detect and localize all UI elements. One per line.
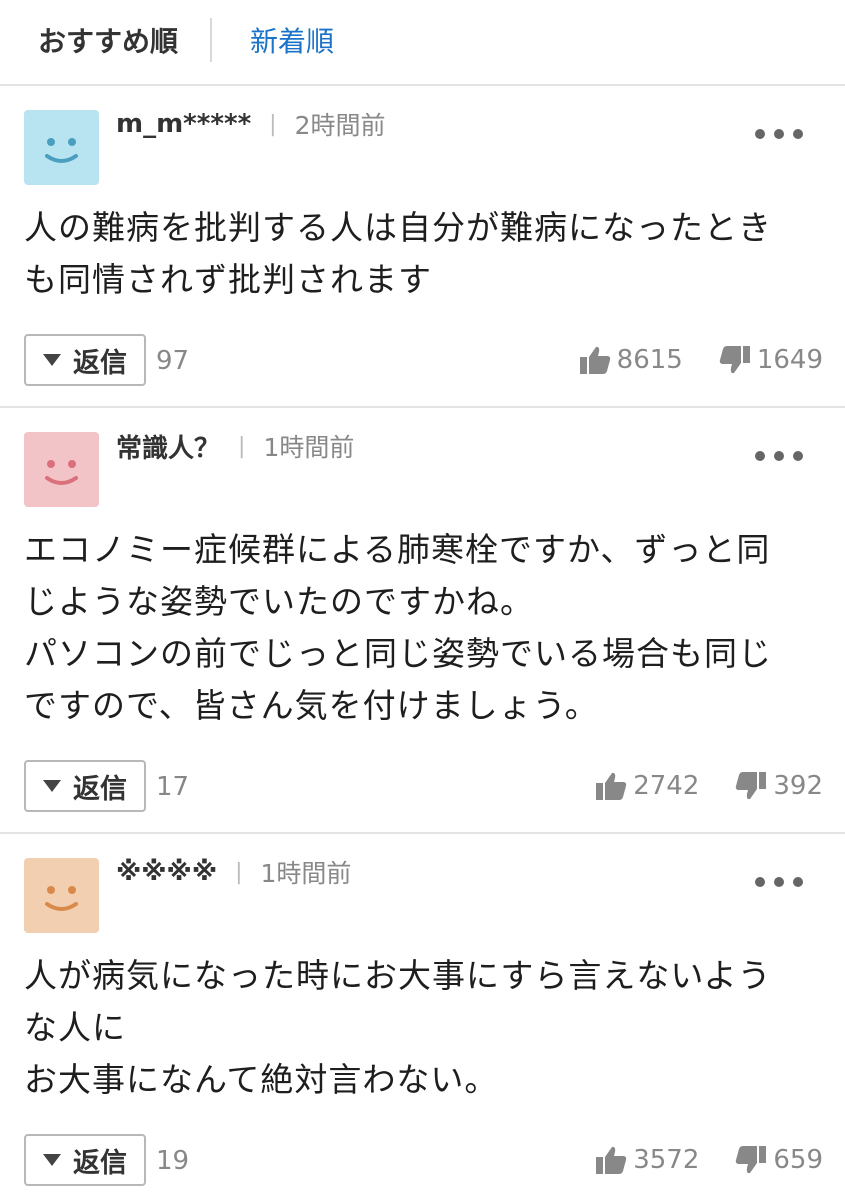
more-icon[interactable]	[755, 126, 803, 142]
reply-count: 97	[156, 346, 190, 376]
reply-button[interactable]: 返信	[24, 1134, 146, 1186]
author-name[interactable]: ※※※※	[116, 857, 217, 887]
thumbs-up-icon	[596, 1146, 627, 1174]
reply-button[interactable]: 返信	[24, 760, 146, 812]
dislike-count: 1649	[756, 345, 823, 375]
like-count: 3572	[633, 1145, 700, 1175]
like-button[interactable]: 8615	[579, 345, 683, 375]
comment-meta: ※※※※ | 1時間前	[116, 852, 351, 892]
comment-item: m_m***** | 2時間前 人の難病を批判する人は自分が難病になったとき も…	[0, 84, 845, 406]
comment-item: ※※※※ | 1時間前 人が病気になった時にお大事にすら言えないよう な人に お…	[0, 832, 845, 1199]
votes: 2742 392	[595, 766, 823, 806]
meta-separator: |	[269, 111, 277, 137]
avatar[interactable]	[24, 110, 99, 185]
meta-separator: |	[235, 859, 243, 885]
thumbs-up-icon	[596, 772, 627, 800]
caret-down-icon	[43, 354, 61, 366]
comment-body: エコノミー症候群による肺寒栓ですか、ずっと同 じような姿勢でいたのですかね。 パ…	[24, 530, 772, 725]
caret-down-icon	[43, 780, 61, 792]
dislike-button[interactable]: 392	[735, 771, 823, 801]
thumbs-down-icon	[736, 772, 767, 800]
author-name[interactable]: 常識人？	[116, 428, 220, 465]
comment-meta: m_m***** | 2時間前	[116, 104, 386, 144]
smiley-face-icon	[45, 460, 78, 485]
sort-tabs: おすすめ順 新着順	[0, 0, 845, 80]
reply-label: 返信	[73, 773, 127, 805]
caret-down-icon	[43, 1154, 61, 1166]
comment-body: 人が病気になった時にお大事にすら言えないよう な人に お大事になんて絶対言わない…	[24, 956, 772, 1099]
more-icon[interactable]	[755, 448, 803, 464]
tab-newest[interactable]: 新着順	[212, 18, 366, 62]
smiley-face-icon	[45, 138, 78, 163]
timestamp: 2時間前	[294, 111, 386, 140]
thumbs-up-icon	[579, 346, 610, 374]
avatar[interactable]	[24, 432, 99, 507]
timestamp: 1時間前	[263, 433, 355, 462]
thumbs-down-icon	[719, 346, 750, 374]
like-button[interactable]: 3572	[595, 1145, 699, 1175]
dislike-count: 392	[773, 771, 823, 801]
comment-item: 常識人？ | 1時間前 エコノミー症候群による肺寒栓ですか、ずっと同 じような姿…	[0, 406, 845, 832]
author-name[interactable]: m_m*****	[116, 109, 251, 139]
like-count: 2742	[633, 771, 700, 801]
votes: 8615 1649	[579, 340, 823, 380]
like-button[interactable]: 2742	[595, 771, 699, 801]
dislike-count: 659	[773, 1145, 823, 1175]
meta-separator: |	[238, 433, 246, 459]
tab-recommended[interactable]: おすすめ順	[0, 18, 210, 62]
avatar[interactable]	[24, 858, 99, 933]
reply-count: 17	[156, 772, 190, 802]
comment-meta: 常識人？ | 1時間前	[116, 426, 354, 466]
reply-label: 返信	[73, 1147, 127, 1179]
reply-label: 返信	[73, 347, 127, 379]
more-icon[interactable]	[755, 874, 803, 890]
smiley-face-icon	[45, 886, 78, 911]
dislike-button[interactable]: 1649	[719, 345, 823, 375]
thumbs-down-icon	[736, 1146, 767, 1174]
reply-button[interactable]: 返信	[24, 334, 146, 386]
comment-body: 人の難病を批判する人は自分が難病になったとき も同情されず批判されます	[24, 208, 772, 299]
dislike-button[interactable]: 659	[735, 1145, 823, 1175]
votes: 3572 659	[595, 1140, 823, 1180]
like-count: 8615	[616, 345, 683, 375]
timestamp: 1時間前	[260, 859, 352, 888]
reply-count: 19	[156, 1146, 190, 1176]
